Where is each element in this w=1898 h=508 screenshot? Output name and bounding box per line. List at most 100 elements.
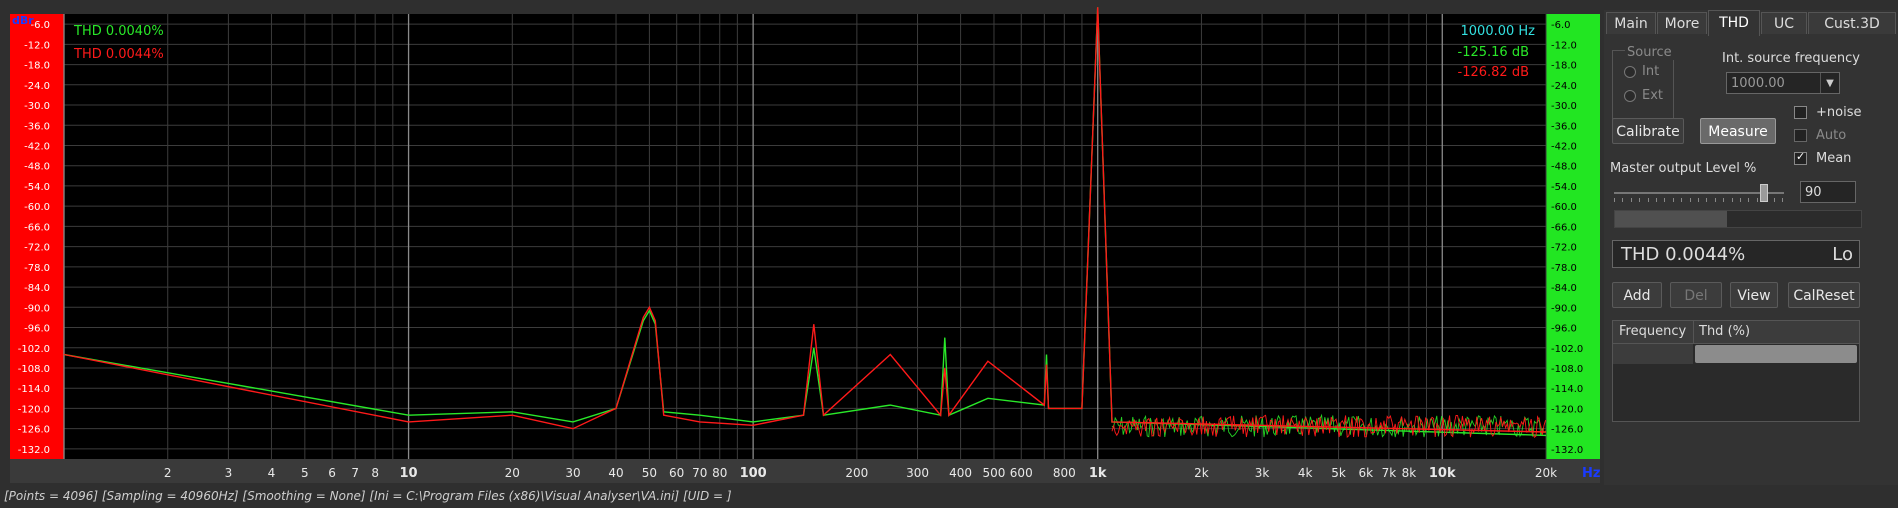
slider-tick [1614,198,1615,202]
slider-tick [1723,198,1725,202]
spectrum-plot[interactable]: -6.0 -6.0-12.0 -12.0-18.0 -18.0-24.0 -24.0-3… [0,0,1604,486]
source-int-radio[interactable] [1624,66,1636,78]
table-cell-thd-selected[interactable] [1695,345,1857,363]
tab-bar: Main More THD UC Cust.3D [1604,10,1898,36]
source-ext-label: Ext [1642,88,1664,103]
source-ext-radio[interactable] [1624,90,1636,102]
y-tick-right: -102.0 [1551,344,1583,355]
tab-main[interactable]: Main [1606,12,1656,34]
chevron-down-icon[interactable]: ▼ [1820,73,1839,93]
slider-tick [1740,198,1741,202]
del-button[interactable]: Del [1670,282,1722,308]
x-tick-label: 20 [505,466,520,480]
y-tick-right: -12.0 [1551,40,1577,51]
source-group [1612,50,1674,120]
x-tick-label: 10k [1429,466,1456,481]
y-tick-left: -114.0 [18,384,50,395]
y-tick-right: -108.0 [1551,364,1583,375]
x-tick-label: 2 [164,466,172,480]
x-tick-label: 6k [1359,466,1374,480]
auto-checkbox[interactable] [1794,129,1807,142]
y-tick-right: -48.0 [1551,162,1577,173]
int-source-frequency-value: 1000.00 [1731,76,1785,91]
y-tick-left: -30.0 [24,101,50,112]
tab-thd[interactable]: THD [1708,10,1760,36]
x-tick-label: 80 [712,466,727,480]
y-tick-left: -18.0 [24,61,50,72]
slider-tick [1756,198,1758,202]
add-button[interactable]: Add [1612,282,1662,308]
calreset-button[interactable]: CalReset [1788,282,1860,308]
thd-table[interactable]: Frequency Thd (%) [1612,320,1860,422]
slider-tick [1672,198,1674,202]
x-tick-label: 7k [1382,466,1397,480]
slider-thumb[interactable] [1759,184,1768,202]
mean-checkbox[interactable]: ✓ [1794,150,1807,165]
level-meter [1614,210,1862,228]
y-tick-left: -48.0 [24,162,50,173]
column-header-frequency[interactable]: Frequency [1619,324,1686,339]
x-tick-label: 3 [225,466,233,480]
control-panel: Main More THD UC Cust.3D Source Int Ext … [1604,10,1898,485]
x-tick-label: 50 [642,466,657,480]
x-tick-label: 7 [351,466,359,480]
readout-green-db: -125.16 dB [1458,45,1529,60]
x-tick-label: 5k [1331,466,1346,480]
measure-button[interactable]: Measure [1700,118,1776,144]
x-tick-label: 4k [1298,466,1313,480]
table-row[interactable] [1613,344,1859,364]
status-bar: [Points = 4096] [Sampling = 40960Hz] [Sm… [4,489,732,503]
slider-tick [1630,198,1632,202]
tab-more[interactable]: More [1657,12,1707,34]
slider-tick [1773,198,1775,202]
x-tick-label: 6 [328,466,336,480]
level-meter-fill [1615,211,1727,227]
y-tick-left: -84.0 [24,283,50,294]
y-tick-right: -72.0 [1551,243,1577,254]
right-axis-unit: Hz [1582,466,1600,481]
x-tick-label: 40 [608,466,623,480]
mean-label: Mean [1816,151,1852,166]
tab-cust3d[interactable]: Cust.3D [1808,12,1896,34]
y-tick-left: -132.0 [18,445,50,456]
int-source-frequency-select[interactable]: 1000.00 ▼ [1726,72,1840,94]
y-tick-right: -90.0 [1551,303,1577,314]
y-tick-left: -54.0 [24,182,50,193]
x-tick-label: 600 [1010,466,1033,480]
y-tick-left: -120.0 [18,404,50,415]
y-tick-right: -126.0 [1551,425,1583,436]
column-header-thd[interactable]: Thd (%) [1699,324,1750,339]
x-tick-label: 8k [1402,466,1417,480]
thd-display-value: THD 0.0044% [1621,244,1746,265]
column-divider [1693,321,1694,343]
master-output-level-input[interactable]: 90 [1800,181,1856,203]
slider-tick [1622,198,1624,202]
y-tick-right: -78.0 [1551,263,1577,274]
y-tick-right: -24.0 [1551,81,1577,92]
slider-tick [1731,198,1733,202]
y-tick-right: -60.0 [1551,202,1577,213]
y-tick-right: -42.0 [1551,141,1577,152]
x-tick-label: 60 [669,466,684,480]
noise-checkbox[interactable] [1794,106,1807,119]
view-button[interactable]: View [1730,282,1778,308]
tab-uc[interactable]: UC [1761,12,1807,34]
y-tick-right: -132.0 [1551,445,1583,456]
y-tick-left: -126.0 [18,425,50,436]
table-cell-frequency[interactable] [1613,344,1693,364]
y-tick-left: -90.0 [24,303,50,314]
x-tick-label: 300 [906,466,929,480]
calibrate-button[interactable]: Calibrate [1612,118,1684,144]
slider-tick [1706,198,1708,202]
left-axis-unit: dBr [12,14,34,27]
y-tick-left: -72.0 [24,243,50,254]
master-output-level-slider[interactable] [1614,182,1784,204]
slider-track [1614,192,1784,194]
x-tick-label: 4 [268,466,276,480]
y-tick-left: -60.0 [24,202,50,213]
slider-tick [1656,198,1657,202]
readout-red-db: -126.82 dB [1458,65,1529,80]
thd-green-label: THD 0.0040% [73,24,164,39]
x-tick-label: 500 [983,466,1006,480]
int-source-frequency-label: Int. source frequency [1722,51,1860,66]
